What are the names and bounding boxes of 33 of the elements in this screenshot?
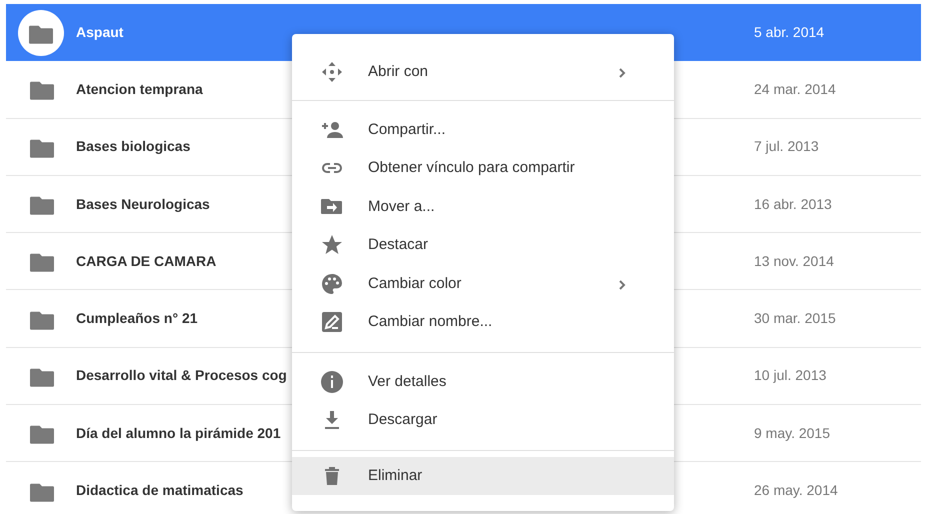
menu-item[interactable]: Ver detalles [292, 362, 674, 401]
menu-item[interactable]: Abrir con [292, 53, 674, 92]
info-icon [320, 370, 344, 394]
palette-icon [320, 272, 344, 296]
move-icon [320, 60, 344, 84]
modified-date: 16 abr. 2013 [754, 194, 832, 214]
menu-item[interactable]: Obtener vínculo para compartir [292, 149, 674, 188]
modified-date: 26 may. 2014 [754, 481, 838, 500]
folder-name: Cumpleaños n° 21 [76, 309, 198, 328]
rename-icon [320, 310, 344, 334]
folder-name: Bases biologicas [76, 137, 190, 156]
folder-name: CARGA DE CAMARA [76, 252, 216, 271]
folder-name: Atencion temprana [76, 80, 203, 99]
menu-item[interactable]: Compartir... [292, 110, 674, 149]
folder-name: Bases Neurologicas [76, 194, 210, 214]
modified-date: 9 may. 2015 [754, 424, 830, 443]
modified-date: 30 mar. 2015 [754, 309, 836, 328]
modified-date: 13 nov. 2014 [754, 252, 834, 271]
folder-name: Desarrollo vital & Procesos cog [76, 366, 287, 386]
folder-name: Aspaut [76, 23, 124, 42]
menu-item[interactable]: Descargar [292, 401, 674, 440]
modified-date: 7 jul. 2013 [754, 137, 819, 156]
menu-item[interactable]: Cambiar nombre... [292, 303, 674, 342]
modified-date: 5 abr. 2014 [754, 23, 824, 42]
folder-icon [18, 10, 64, 56]
menu-item[interactable]: Eliminar [292, 456, 674, 495]
menu-item[interactable]: Cambiar color [292, 264, 674, 303]
menu-item[interactable]: Destacar [292, 226, 674, 264]
folder-name: Didactica de matimaticas [76, 481, 244, 500]
menu-item[interactable]: Mover a... [292, 188, 674, 226]
folder-name: Día del alumno la pirámide 201 [76, 424, 281, 443]
modified-date: 10 jul. 2013 [754, 366, 826, 386]
modified-date: 24 mar. 2014 [754, 80, 836, 99]
